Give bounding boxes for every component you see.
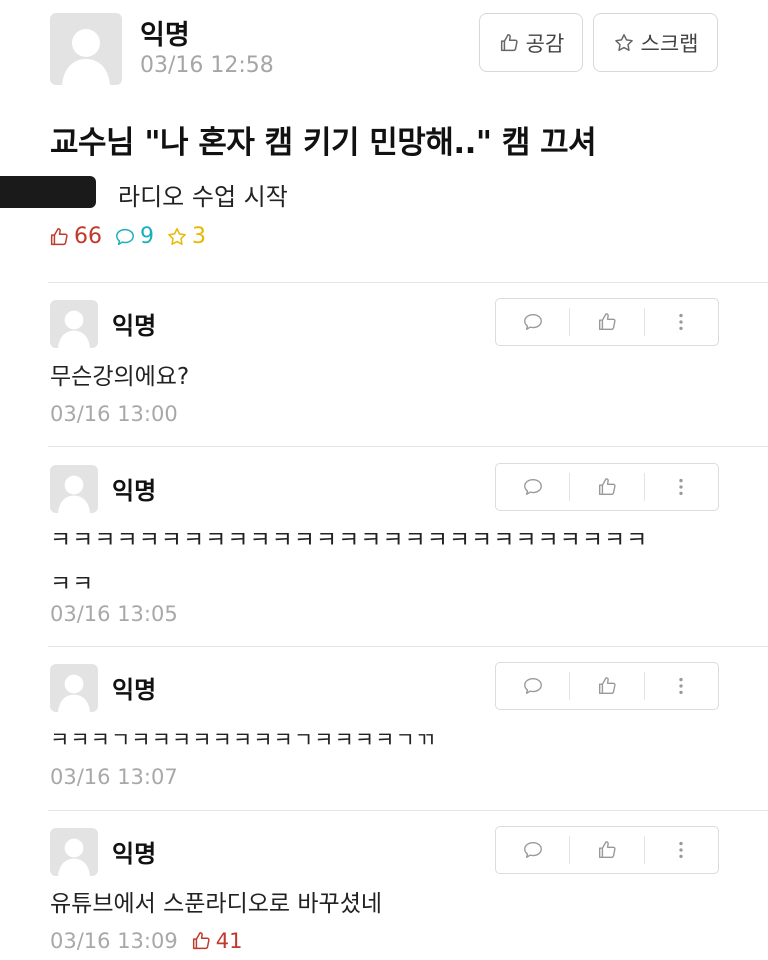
comment-like-button[interactable]	[569, 473, 643, 501]
speech-bubble-icon	[523, 478, 542, 496]
comment-text: ㅋㅋㅋㄱㅋㅋㅋㅋㅋㅋㅋㅋㄱㅋㅋㅋㅋㄱㄲ	[50, 728, 437, 752]
like-count: 66	[48, 224, 102, 249]
comment-text: 무슨강의에요?	[50, 364, 190, 390]
reply-button[interactable]	[496, 827, 569, 873]
comment-like-button[interactable]	[569, 308, 643, 336]
comment-avatar	[50, 664, 98, 712]
like-button-label: 공감	[525, 31, 565, 56]
comment-actions	[495, 463, 719, 511]
comment-time: 03/16 13:05	[50, 602, 178, 626]
comment-time: 03/16 13:09 41	[50, 929, 243, 953]
post-avatar	[50, 13, 122, 85]
comment-author: 익명	[112, 840, 157, 868]
reply-button[interactable]	[496, 663, 569, 709]
comment-more-button[interactable]	[643, 836, 718, 864]
post-time: 03/16 12:58	[140, 53, 274, 78]
scrap-button-label: 스크랩	[640, 31, 699, 56]
divider	[48, 446, 768, 447]
thumbs-up-icon	[598, 313, 616, 331]
comment-text: ㅋㅋㅋㅋㅋㅋㅋㅋㅋㅋㅋㅋㅋㅋㅋㅋㅋㅋㅋㅋㅋㅋㅋㅋㅋㅋㅋ ㅋㅋ	[50, 527, 649, 597]
thumbs-up-icon	[50, 227, 68, 245]
thumbs-up-icon	[598, 841, 616, 859]
speech-bubble-icon	[523, 841, 542, 859]
comment-actions	[495, 662, 719, 710]
star-icon	[168, 227, 186, 245]
comment-avatar	[50, 300, 98, 348]
speech-bubble-icon	[523, 677, 542, 695]
comment-time: 03/16 13:00	[50, 402, 178, 426]
divider	[48, 646, 768, 647]
comment-avatar	[50, 828, 98, 876]
avatar-placeholder-icon	[58, 475, 90, 513]
comment-actions	[495, 298, 719, 346]
comment-more-button[interactable]	[643, 473, 718, 501]
post-title: 교수님 "나 혼자 캠 키기 민망해.." 캠 끄셔	[50, 125, 597, 161]
comment-author: 익명	[112, 477, 157, 505]
comment-like-count: 41	[190, 929, 242, 953]
comment-time: 03/16 13:07	[50, 765, 178, 789]
more-vertical-icon	[679, 478, 683, 496]
post-body: 라디오 수업 시작	[118, 183, 288, 211]
avatar-placeholder-icon	[58, 838, 90, 876]
avatar-placeholder-icon	[58, 310, 90, 348]
speech-bubble-icon	[116, 228, 134, 245]
avatar-placeholder-icon	[62, 29, 110, 85]
reply-button[interactable]	[496, 464, 569, 510]
comment-like-button[interactable]	[569, 672, 643, 700]
more-vertical-icon	[679, 313, 683, 331]
thumbs-up-icon	[598, 677, 616, 695]
speech-bubble-icon	[523, 313, 542, 331]
comment-actions	[495, 826, 719, 874]
scrap-count: 3	[166, 224, 206, 249]
post-author: 익명	[140, 20, 190, 51]
reply-button[interactable]	[496, 299, 569, 345]
scrap-button[interactable]: 스크랩	[593, 13, 718, 72]
redaction-bar	[0, 176, 96, 208]
comment-more-button[interactable]	[643, 308, 718, 336]
divider	[48, 810, 768, 811]
comment-count: 9	[114, 224, 154, 249]
more-vertical-icon	[679, 677, 683, 695]
divider	[48, 282, 768, 283]
thumbs-up-icon	[500, 33, 518, 51]
like-button[interactable]: 공감	[479, 13, 583, 72]
star-icon	[614, 33, 633, 51]
thumbs-up-icon	[192, 932, 210, 950]
avatar-placeholder-icon	[58, 674, 90, 712]
comment-avatar	[50, 465, 98, 513]
comment-more-button[interactable]	[643, 672, 718, 700]
comment-author: 익명	[112, 312, 157, 340]
comment-like-button[interactable]	[569, 836, 643, 864]
comment-text: 유튜브에서 스푼라디오로 바꾸셨네	[50, 891, 383, 917]
thumbs-up-icon	[598, 478, 616, 496]
comment-author: 익명	[112, 676, 157, 704]
more-vertical-icon	[679, 841, 683, 859]
post-stats: 66 9 3	[48, 224, 218, 249]
